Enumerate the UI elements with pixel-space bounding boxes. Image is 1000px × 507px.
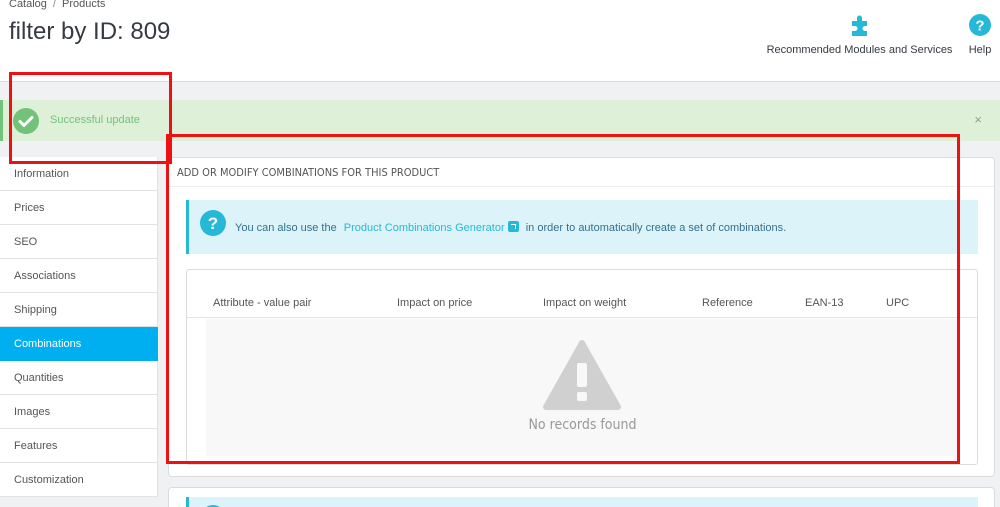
column-header-reference: Reference xyxy=(702,297,753,309)
panel-heading: ADD OR MODIFY COMBINATIONS FOR THIS PROD… xyxy=(177,166,440,179)
tab-seo[interactable]: SEO xyxy=(0,225,158,259)
breadcrumb-item-products[interactable]: Products xyxy=(62,0,105,10)
combinations-panel: ADD OR MODIFY COMBINATIONS FOR THIS PROD… xyxy=(168,157,995,477)
help-button[interactable]: ? Help xyxy=(964,12,996,56)
tab-quantities[interactable]: Quantities xyxy=(0,361,158,395)
combinations-generator-link[interactable]: Product Combinations Generator xyxy=(343,221,519,234)
tab-associations[interactable]: Associations xyxy=(0,259,158,293)
question-circle-icon: ? xyxy=(969,14,991,36)
combinations-table: Attribute - value pair Impact on price I… xyxy=(186,269,978,465)
help-label: Help xyxy=(968,44,992,56)
question-circle-icon: ? xyxy=(200,210,226,236)
tab-images[interactable]: Images xyxy=(0,395,158,429)
page-header: Catalog / Products filter by ID: 809 Recom… xyxy=(0,0,1000,82)
column-header-attribute: Attribute - value pair xyxy=(213,297,312,309)
secondary-panel xyxy=(168,487,995,507)
product-tabs-sidebar: Information Prices SEO Associations Ship… xyxy=(0,157,158,497)
puzzle-icon xyxy=(851,15,867,36)
column-header-impact-weight: Impact on weight xyxy=(543,297,627,309)
info-text-before: You can also use the xyxy=(235,222,337,234)
page-title: filter by ID: 809 xyxy=(9,18,171,45)
breadcrumb-item-catalog[interactable]: Catalog xyxy=(9,0,47,10)
check-icon xyxy=(13,108,39,134)
combinations-generator-link-label: Product Combinations Generator xyxy=(343,222,505,234)
breadcrumb: Catalog / Products xyxy=(9,0,105,10)
alert-message: Successful update xyxy=(50,114,140,126)
external-link-icon xyxy=(507,221,519,232)
tab-prices[interactable]: Prices xyxy=(0,191,158,225)
tab-information[interactable]: Information xyxy=(0,157,158,191)
recommended-modules-label: Recommended Modules and Services xyxy=(766,44,953,56)
panel-divider xyxy=(169,186,994,187)
tab-features[interactable]: Features xyxy=(0,429,158,463)
info-box: ? You can also use the Product Combinati… xyxy=(186,200,978,254)
table-body-empty: No records found xyxy=(206,319,959,456)
column-header-upc: UPC xyxy=(886,297,910,309)
tab-shipping[interactable]: Shipping xyxy=(0,293,158,327)
column-header-impact-price: Impact on price xyxy=(397,297,473,309)
warning-icon xyxy=(543,340,621,410)
svg-text:?: ? xyxy=(975,18,984,35)
success-alert: Successful update × xyxy=(0,100,1000,141)
table-header: Attribute - value pair Impact on price I… xyxy=(187,270,977,318)
info-text-after: in order to automatically create a set o… xyxy=(525,222,787,234)
svg-text:?: ? xyxy=(208,214,218,233)
empty-state-text: No records found xyxy=(528,417,637,433)
breadcrumb-separator: / xyxy=(52,0,56,10)
recommended-modules-button[interactable]: Recommended Modules and Services xyxy=(762,12,957,56)
tab-customization[interactable]: Customization xyxy=(0,463,158,497)
column-header-ean13: EAN-13 xyxy=(805,297,844,309)
tab-combinations[interactable]: Combinations xyxy=(0,327,158,361)
secondary-info-box xyxy=(186,497,978,507)
info-text: You can also use the Product Combination… xyxy=(235,221,786,234)
close-icon[interactable]: × xyxy=(974,112,982,127)
